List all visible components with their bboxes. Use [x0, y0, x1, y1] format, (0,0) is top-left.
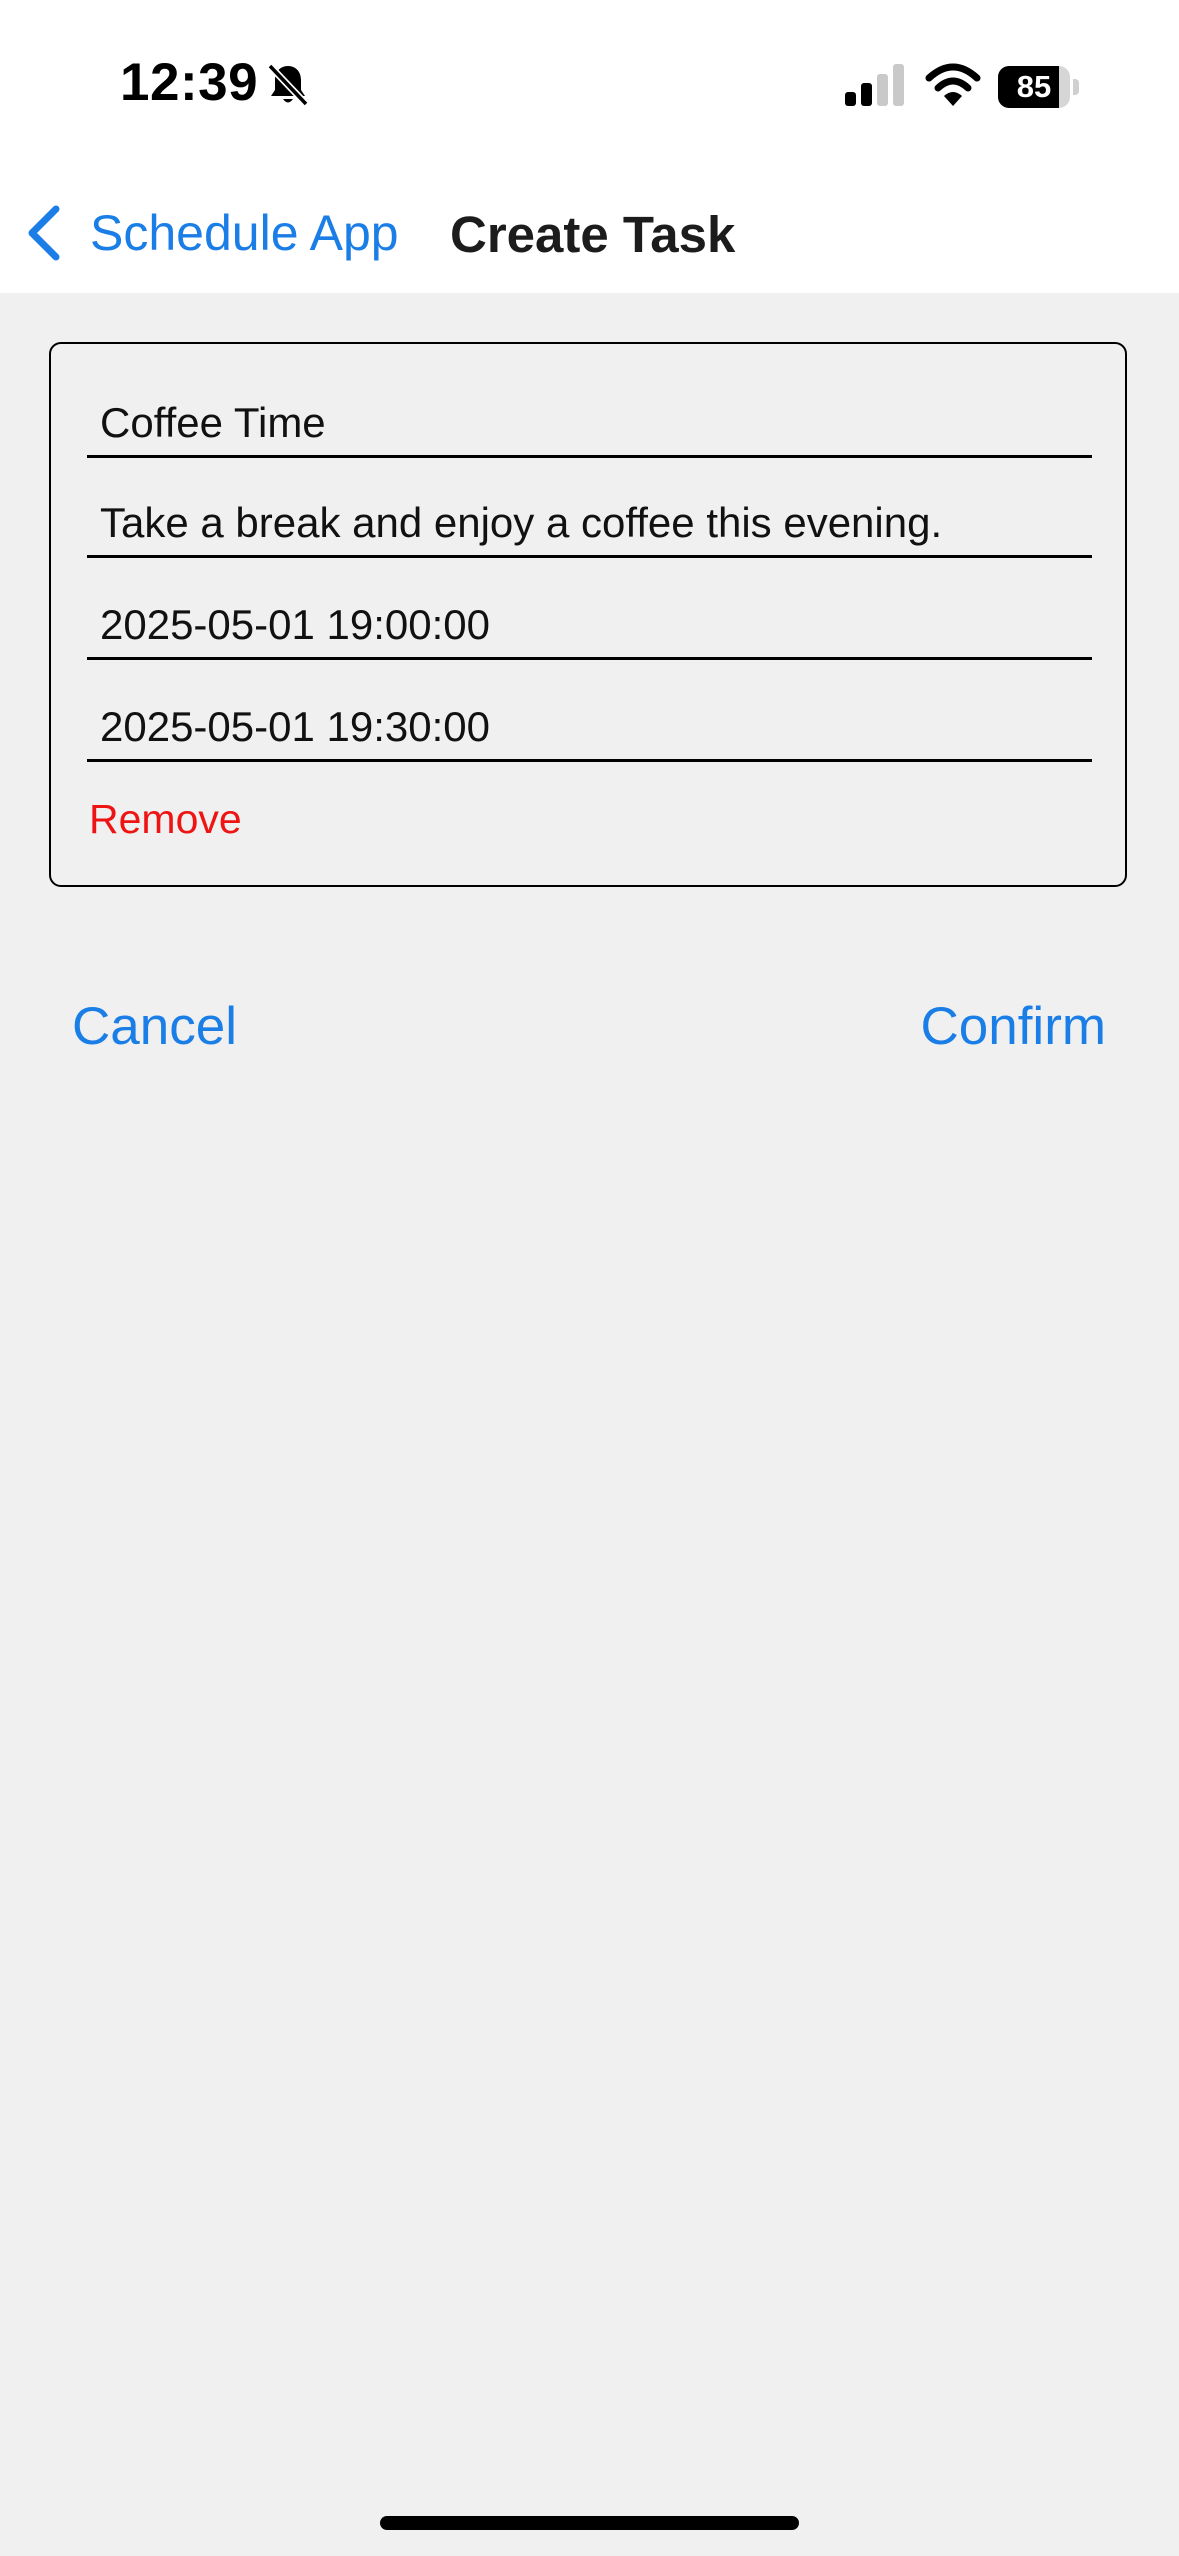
- task-description-input[interactable]: [87, 499, 1092, 547]
- task-start-time-input[interactable]: [87, 601, 1092, 649]
- status-bar: 12:39 85: [0, 0, 1179, 175]
- cellular-signal-icon: [845, 64, 904, 106]
- back-button-label: Schedule App: [90, 205, 399, 261]
- battery-icon: 85: [998, 66, 1080, 108]
- back-button[interactable]: Schedule App: [22, 193, 399, 273]
- wifi-icon: [925, 63, 981, 106]
- bell-slash-icon: [267, 63, 309, 107]
- task-end-time-field: [87, 662, 1092, 762]
- confirm-button[interactable]: Confirm: [920, 996, 1106, 1057]
- task-form-card: Remove: [49, 342, 1127, 887]
- task-title-field: [87, 344, 1092, 458]
- cancel-button[interactable]: Cancel: [72, 996, 237, 1057]
- chevron-left-icon: [28, 205, 60, 261]
- page-title: Create Task: [450, 206, 736, 263]
- battery-body: 85: [998, 66, 1070, 108]
- battery-level: 85: [1016, 69, 1052, 104]
- remove-button[interactable]: Remove: [89, 796, 242, 843]
- home-indicator[interactable]: [380, 2516, 799, 2530]
- task-start-time-field: [87, 560, 1092, 660]
- task-title-input[interactable]: [87, 399, 1092, 447]
- status-time: 12:39: [120, 53, 259, 112]
- battery-cap: [1073, 79, 1079, 95]
- navigation-bar: Schedule App Create Task: [0, 175, 1179, 293]
- task-description-field: [87, 458, 1092, 558]
- task-end-time-input[interactable]: [87, 703, 1092, 751]
